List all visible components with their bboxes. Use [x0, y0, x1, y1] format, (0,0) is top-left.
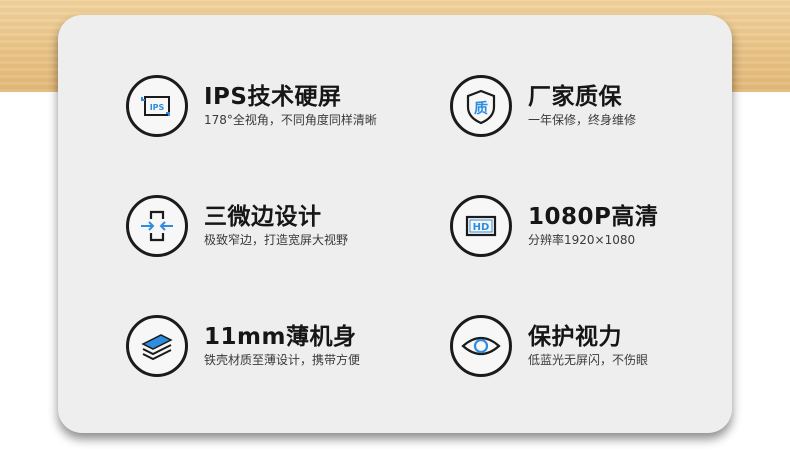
hd-icon-label: HD	[473, 222, 490, 233]
feature-title: 11mm薄机身	[204, 324, 357, 350]
ips-icon-label: IPS	[150, 103, 165, 112]
feature-title: 厂家质保	[528, 84, 622, 110]
feature-hd: HD 1080P高清 分辨率1920×1080	[450, 195, 770, 265]
feature-bezel: 三微边设计 极致窄边，打造宽屏大视野	[126, 195, 446, 265]
hd-icon: HD	[450, 195, 512, 257]
feature-eye: 保护视力 低蓝光无屏闪，不伤眼	[450, 315, 770, 385]
quality-shield-icon: 质	[450, 75, 512, 137]
feature-desc: 178°全视角，不同角度同样清晰	[204, 113, 377, 127]
feature-title: IPS技术硬屏	[204, 84, 342, 110]
thin-layers-icon	[126, 315, 188, 377]
feature-title: 三微边设计	[204, 204, 322, 230]
feature-thin: 11mm薄机身 铁壳材质至薄设计，携带方便	[126, 315, 446, 385]
feature-ips: IPS IPS技术硬屏 178°全视角，不同角度同样清晰	[126, 75, 446, 145]
feature-title: 保护视力	[528, 324, 622, 350]
quality-icon-label: 质	[474, 100, 488, 117]
feature-title: 1080P高清	[528, 204, 659, 230]
feature-desc: 分辨率1920×1080	[528, 233, 636, 247]
feature-desc: 低蓝光无屏闪，不伤眼	[528, 353, 649, 367]
narrow-bezel-icon	[126, 195, 188, 257]
feature-desc: 一年保修，终身维修	[528, 113, 637, 127]
feature-warranty: 质 厂家质保 一年保修，终身维修	[450, 75, 770, 145]
feature-card: IPS IPS技术硬屏 178°全视角，不同角度同样清晰 质 厂家质保 一年保修…	[58, 15, 732, 433]
feature-desc: 极致窄边，打造宽屏大视野	[204, 233, 349, 247]
feature-desc: 铁壳材质至薄设计，携带方便	[204, 353, 361, 367]
ips-screen-icon: IPS	[126, 75, 188, 137]
eye-icon	[450, 315, 512, 377]
